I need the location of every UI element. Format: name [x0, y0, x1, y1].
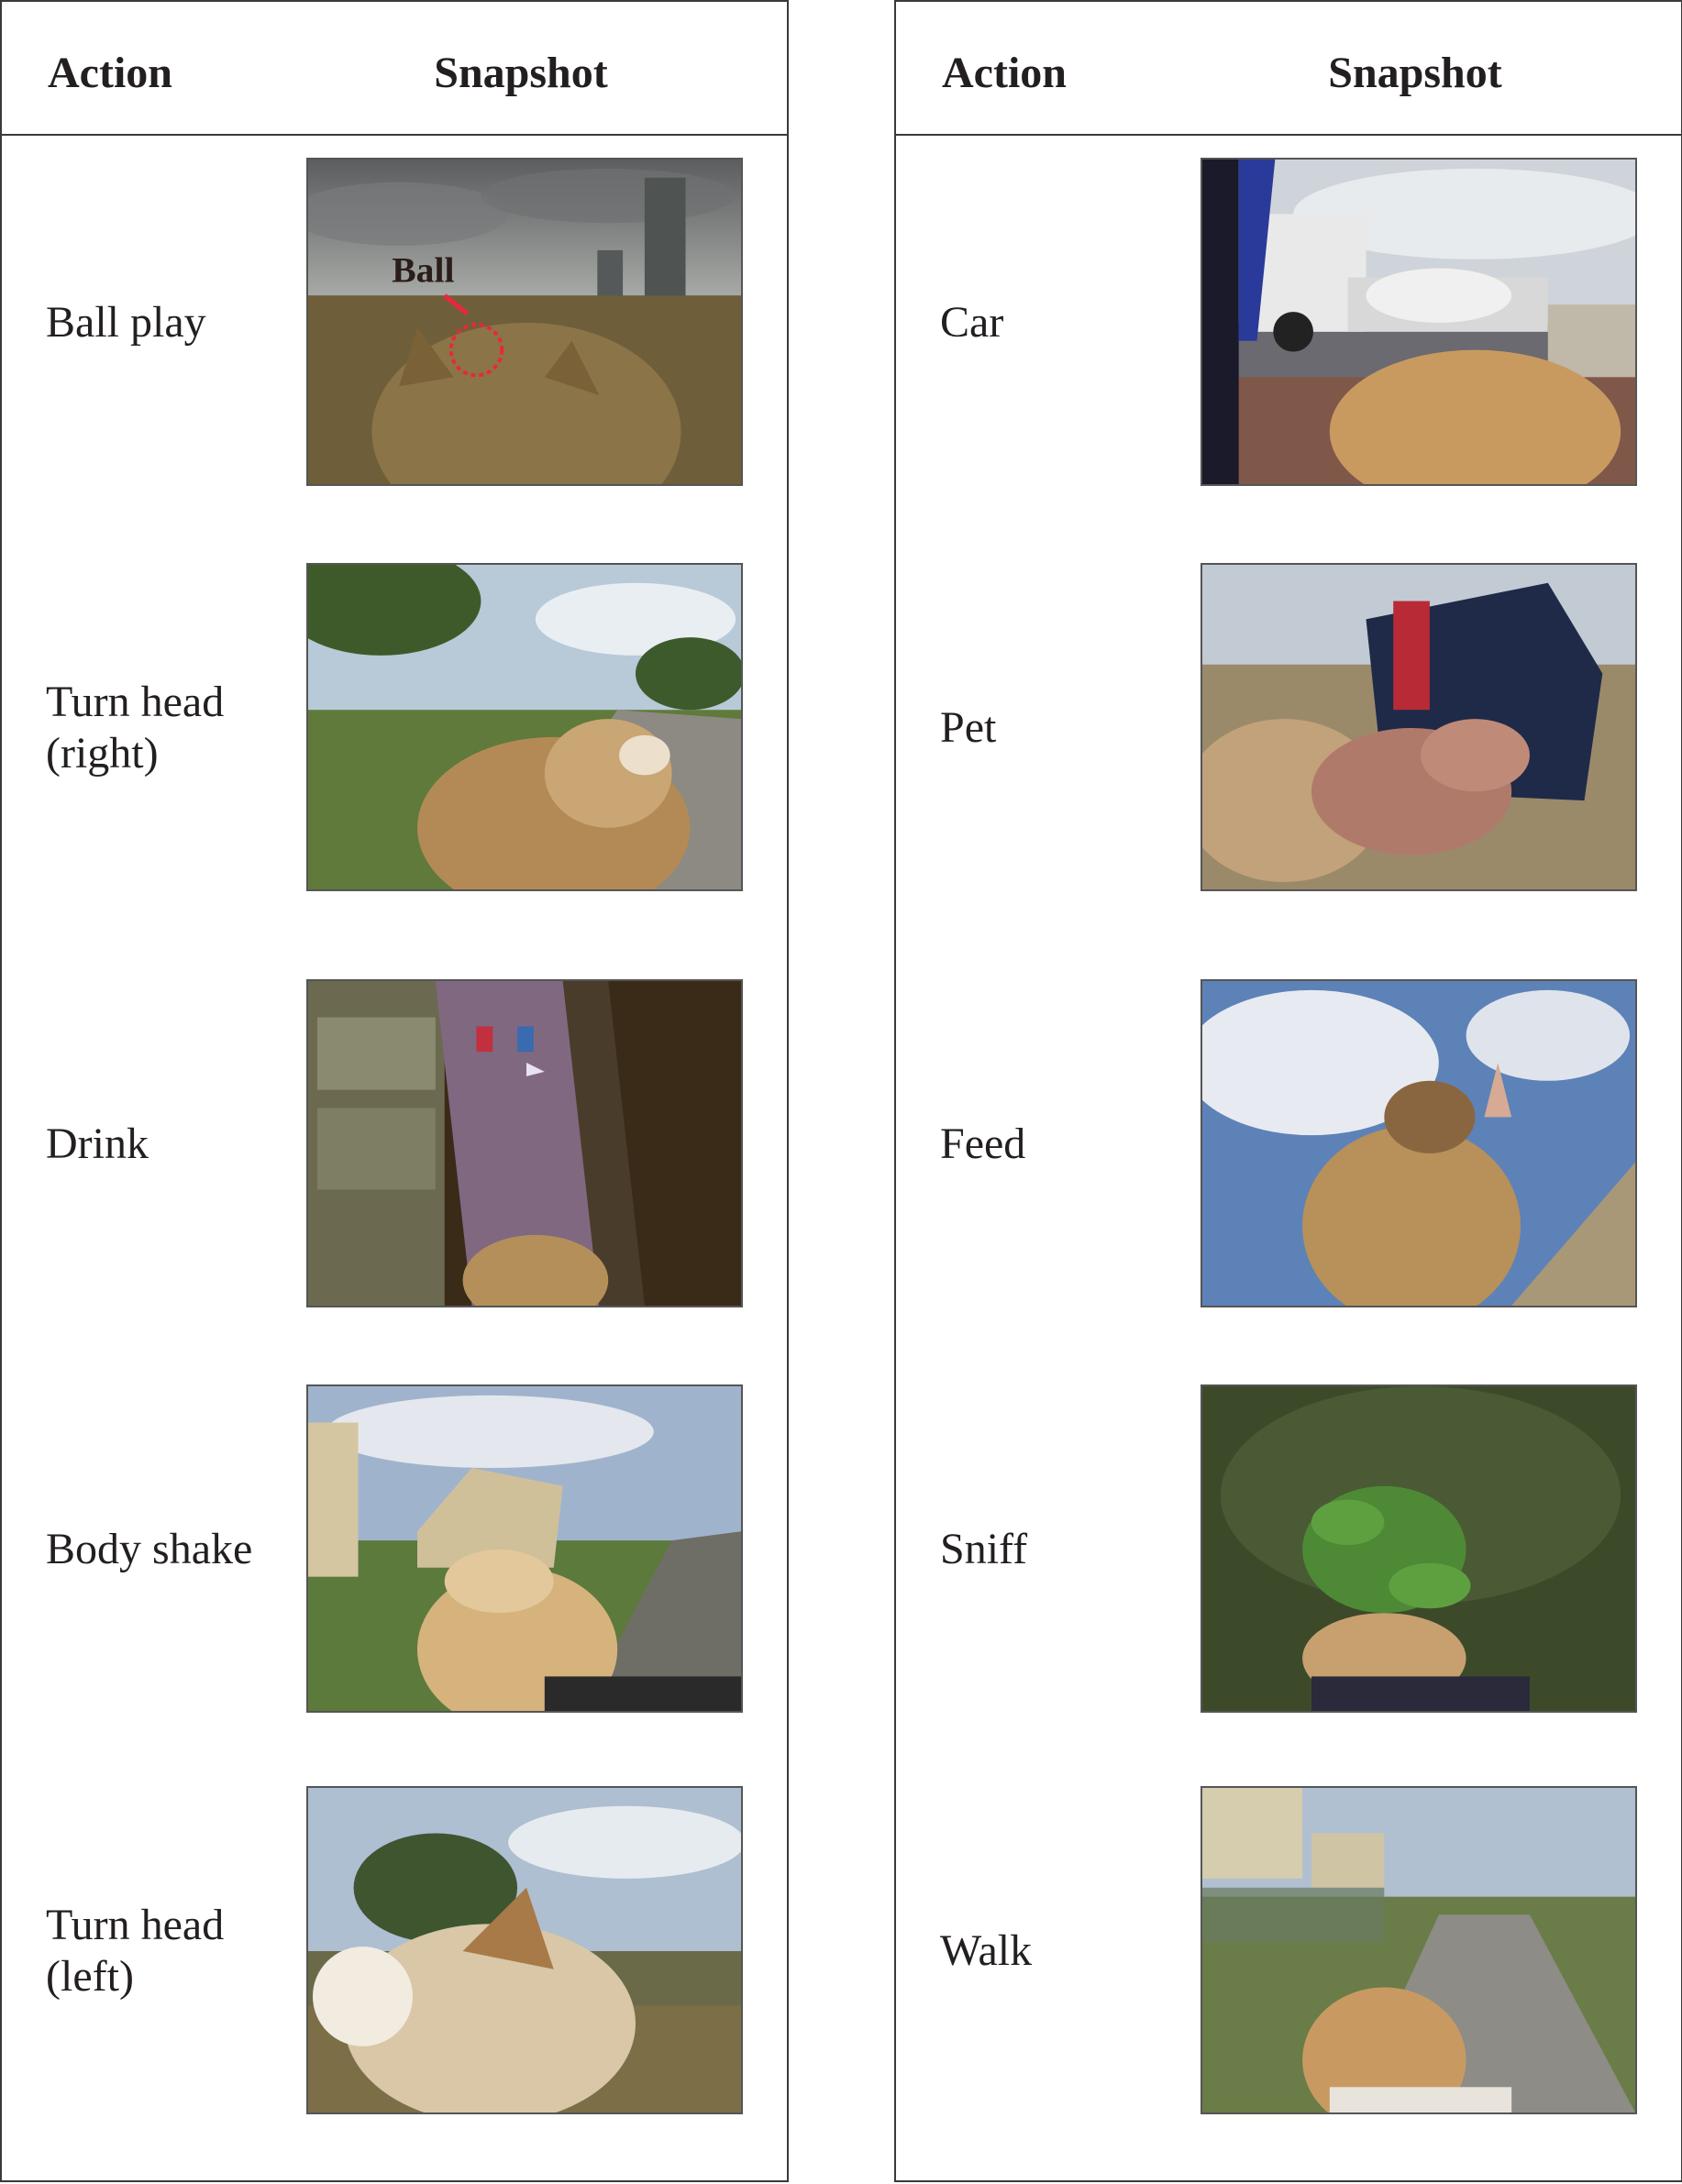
- snapshot-walk: [1201, 1786, 1637, 2114]
- action-label: Drink: [46, 1120, 149, 1168]
- action-label: Body shake: [46, 1525, 253, 1573]
- header-snapshot: Snapshot: [1328, 49, 1502, 97]
- table-row: Turn head (left): [2, 1786, 787, 2116]
- action-label: Ball play: [46, 298, 206, 347]
- action-label: Sniff: [940, 1525, 1028, 1573]
- snapshot-car: [1201, 158, 1637, 486]
- action-label: Feed: [940, 1120, 1026, 1168]
- hand-petting-icon: [1202, 565, 1635, 889]
- table-header: Action Snapshot: [896, 2, 1681, 136]
- snapshot-pet: [1201, 563, 1637, 891]
- action-label: Turn head (right): [46, 678, 225, 778]
- header-action: Action: [942, 49, 1067, 97]
- action-label: Turn head (left): [46, 1901, 225, 2001]
- action-table-left: Action Snapshot Ball play Ball Turn head…: [0, 0, 789, 2182]
- header-snapshot: Snapshot: [434, 49, 608, 97]
- sidewalk-walk-icon: [1202, 1788, 1635, 2112]
- action-label: Walk: [940, 1926, 1033, 1975]
- ball-annotation: Ball: [392, 250, 454, 291]
- table-row: Pet: [896, 563, 1681, 893]
- snapshot-turn-head-left: [306, 1786, 743, 2114]
- water-cooler-icon: [308, 981, 741, 1306]
- hand-feeding-icon: [1202, 981, 1635, 1306]
- action-table-right: Action Snapshot Car Pet Feed Sniff Walk: [894, 0, 1682, 2182]
- tow-truck-icon: [1202, 160, 1635, 484]
- beach-ball-icon: Ball: [308, 160, 741, 484]
- action-label: Car: [940, 298, 1004, 347]
- table-row: Feed: [896, 979, 1681, 1309]
- table-row: Drink: [2, 979, 787, 1309]
- snapshot-sniff: [1201, 1384, 1637, 1713]
- park-path-icon: [308, 565, 741, 889]
- table-row: Turn head (right): [2, 563, 787, 893]
- table-row: Sniff: [896, 1384, 1681, 1715]
- snapshot-feed: [1201, 979, 1637, 1307]
- action-label: Pet: [940, 703, 997, 752]
- snapshot-drink: [306, 979, 743, 1307]
- header-action: Action: [48, 49, 172, 97]
- table-header: Action Snapshot: [2, 2, 787, 136]
- snapshot-ball-play: Ball: [306, 158, 743, 486]
- houses-lawn-icon: [308, 1386, 741, 1711]
- table-row: Walk: [896, 1786, 1681, 2116]
- sniff-plant-icon: [1202, 1386, 1635, 1711]
- snapshot-turn-head-right: [306, 563, 743, 891]
- table-row: Body shake: [2, 1384, 787, 1715]
- table-row: Car: [896, 158, 1681, 488]
- snapshot-body-shake: [306, 1384, 743, 1713]
- dog-profile-icon: [308, 1788, 741, 2112]
- table-row: Ball play Ball: [2, 158, 787, 488]
